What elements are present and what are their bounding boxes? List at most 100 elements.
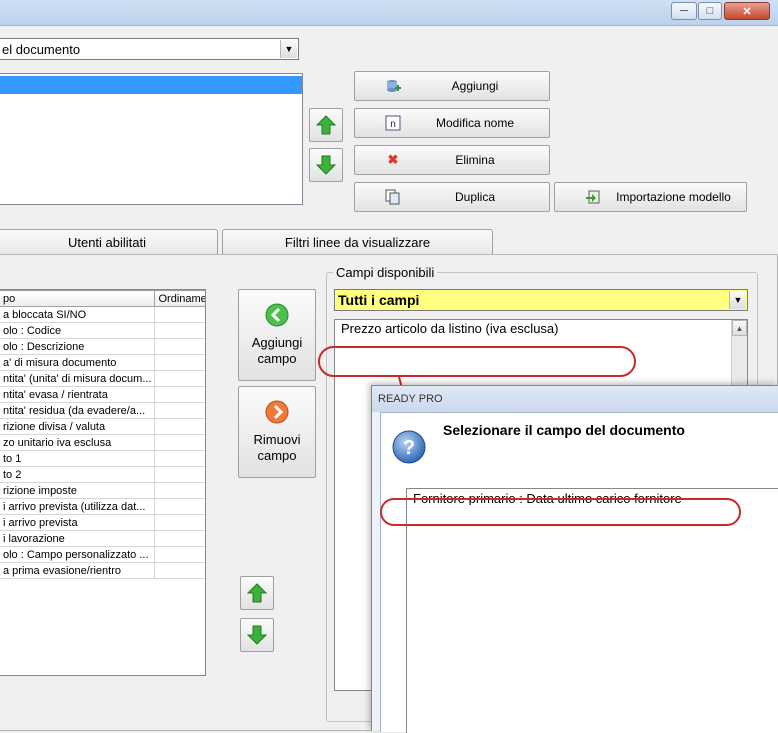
move-up-button[interactable] (309, 108, 343, 142)
aggiungi-button[interactable]: Aggiungi (354, 71, 550, 101)
field-name-cell[interactable]: olo : Codice (0, 322, 156, 339)
table-row[interactable]: i arrivo prevista (utilizza dat... (0, 498, 205, 515)
importazione-modello-button[interactable]: Importazione modello (554, 182, 747, 212)
field-move-down-button[interactable] (240, 618, 274, 652)
table-row[interactable]: rizione imposte (0, 482, 205, 499)
ordinamento-cell[interactable] (154, 562, 205, 579)
ordinamento-cell[interactable] (154, 322, 205, 339)
aggiungi-label: Aggiungi (451, 79, 499, 93)
database-add-icon (385, 78, 401, 94)
close-button[interactable]: ✕ (724, 2, 770, 20)
layout-list-selected-row[interactable] (0, 76, 302, 94)
arrow-up-icon (315, 115, 337, 135)
maximize-button[interactable]: □ (698, 2, 722, 20)
importazione-modello-label: Importazione modello (616, 190, 731, 204)
document-combo[interactable]: el documento ▼ (0, 38, 299, 60)
chevron-down-icon[interactable]: ▼ (729, 291, 746, 309)
minimize-button[interactable]: ─ (671, 2, 697, 20)
ordinamento-cell[interactable] (154, 530, 205, 547)
ordinamento-cell[interactable] (154, 370, 205, 387)
arrow-down-icon (246, 625, 268, 645)
field-name-cell[interactable]: ntita' (unita' di misura docum... (0, 370, 156, 387)
field-name-cell[interactable]: zo unitario iva esclusa (0, 434, 156, 451)
field-name-cell[interactable]: ntita' residua (da evadere/a... (0, 402, 156, 419)
chevron-down-icon[interactable]: ▼ (280, 40, 297, 58)
ordinamento-cell[interactable] (154, 434, 205, 451)
ordinamento-cell[interactable] (154, 418, 205, 435)
import-icon (585, 189, 601, 205)
table-row[interactable]: i lavorazione (0, 530, 205, 547)
svg-text:?: ? (403, 437, 415, 459)
aggiungi-campo-button[interactable]: Aggiungi campo (238, 289, 316, 381)
field-name-cell[interactable]: ntita' evasa / rientrata (0, 386, 156, 403)
modifica-nome-button[interactable]: n Modifica nome (354, 108, 550, 138)
table-row[interactable]: i arrivo prevista (0, 514, 205, 531)
campi-disponibili-legend: Campi disponibili (333, 265, 438, 280)
dialog-title: READY PRO (378, 393, 443, 405)
table-row[interactable]: zo unitario iva esclusa (0, 434, 205, 451)
field-name-cell[interactable]: rizione imposte (0, 482, 156, 499)
rimuovi-campo-button[interactable]: Rimuovi campo (238, 386, 316, 478)
layout-list[interactable] (0, 73, 303, 205)
column-header-ordinamento[interactable]: Ordinamento (154, 290, 205, 307)
ordinamento-cell[interactable] (154, 354, 205, 371)
duplica-label: Duplica (454, 190, 496, 204)
ordinamento-cell[interactable] (154, 466, 205, 483)
table-row[interactable]: a prima evasione/rientro (0, 562, 205, 579)
field-name-cell[interactable]: i arrivo prevista (utilizza dat... (0, 498, 156, 515)
field-name-cell[interactable]: rizione divisa / valuta (0, 418, 156, 435)
table-row[interactable]: olo : Descrizione (0, 338, 205, 355)
window-titlebar (0, 0, 778, 26)
table-row[interactable]: a bloccata SI/NO (0, 306, 205, 323)
document-combo-value: el documento (2, 41, 81, 57)
ordinamento-cell[interactable] (154, 450, 205, 467)
ordinamento-cell[interactable] (154, 338, 205, 355)
ordinamento-cell[interactable] (154, 306, 205, 323)
arrow-right-circle-icon (265, 400, 289, 424)
scroll-up-icon[interactable]: ▲ (732, 320, 747, 336)
list-item[interactable]: Prezzo articolo da listino (iva esclusa) (338, 321, 747, 336)
field-name-cell[interactable]: a' di misura documento (0, 354, 156, 371)
table-row[interactable]: ntita' residua (da evadere/a... (0, 402, 205, 419)
fields-table: po Ordinamento a bloccata SI/NOolo : Cod… (0, 290, 205, 579)
table-row[interactable]: a' di misura documento (0, 354, 205, 371)
field-name-cell[interactable]: i arrivo prevista (0, 514, 156, 531)
ordinamento-cell[interactable] (154, 514, 205, 531)
field-name-cell[interactable]: olo : Descrizione (0, 338, 156, 355)
field-name-cell[interactable]: olo : Campo personalizzato ... (0, 546, 156, 563)
field-name-cell[interactable]: to 1 (0, 450, 156, 467)
elimina-button[interactable]: ✖ Elimina (354, 145, 550, 175)
ordinamento-cell[interactable] (154, 386, 205, 403)
campi-filter-value: Tutti i campi (338, 292, 420, 308)
ordinamento-cell[interactable] (154, 546, 205, 563)
tab-filtri-linee-label: Filtri linee da visualizzare (284, 234, 431, 250)
table-row[interactable]: ntita' (unita' di misura docum... (0, 370, 205, 387)
field-move-up-button[interactable] (240, 576, 274, 610)
selected-fields-grid[interactable]: po Ordinamento a bloccata SI/NOolo : Cod… (0, 289, 206, 676)
table-row[interactable]: olo : Codice (0, 322, 205, 339)
table-row[interactable]: rizione divisa / valuta (0, 418, 205, 435)
ordinamento-cell[interactable] (154, 402, 205, 419)
ordinamento-cell[interactable] (154, 498, 205, 515)
campi-scrollbar[interactable]: ▲ (731, 320, 747, 390)
minimize-icon: ─ (680, 5, 688, 17)
ordinamento-cell[interactable] (154, 482, 205, 499)
field-name-cell[interactable]: a bloccata SI/NO (0, 306, 156, 323)
move-down-button[interactable] (309, 148, 343, 182)
elimina-label: Elimina (455, 153, 495, 167)
campi-filter-combo[interactable]: Tutti i campi ▼ (334, 289, 748, 311)
field-name-cell[interactable]: i lavorazione (0, 530, 156, 547)
column-header-campo[interactable]: po (0, 290, 156, 307)
table-row[interactable]: ntita' evasa / rientrata (0, 386, 205, 403)
duplica-button[interactable]: Duplica (354, 182, 550, 212)
table-row[interactable]: to 1 (0, 450, 205, 467)
rename-icon: n (385, 115, 401, 131)
tab-utenti-abilitati[interactable]: Utenti abilitati (0, 229, 218, 254)
arrow-left-circle-icon (265, 303, 289, 327)
field-name-cell[interactable]: to 2 (0, 466, 156, 483)
highlight-ring-articolo (318, 346, 636, 377)
field-name-cell[interactable]: a prima evasione/rientro (0, 562, 156, 579)
table-row[interactable]: olo : Campo personalizzato ... (0, 546, 205, 563)
table-row[interactable]: to 2 (0, 466, 205, 483)
tab-filtri-linee[interactable]: Filtri linee da visualizzare (222, 229, 493, 254)
